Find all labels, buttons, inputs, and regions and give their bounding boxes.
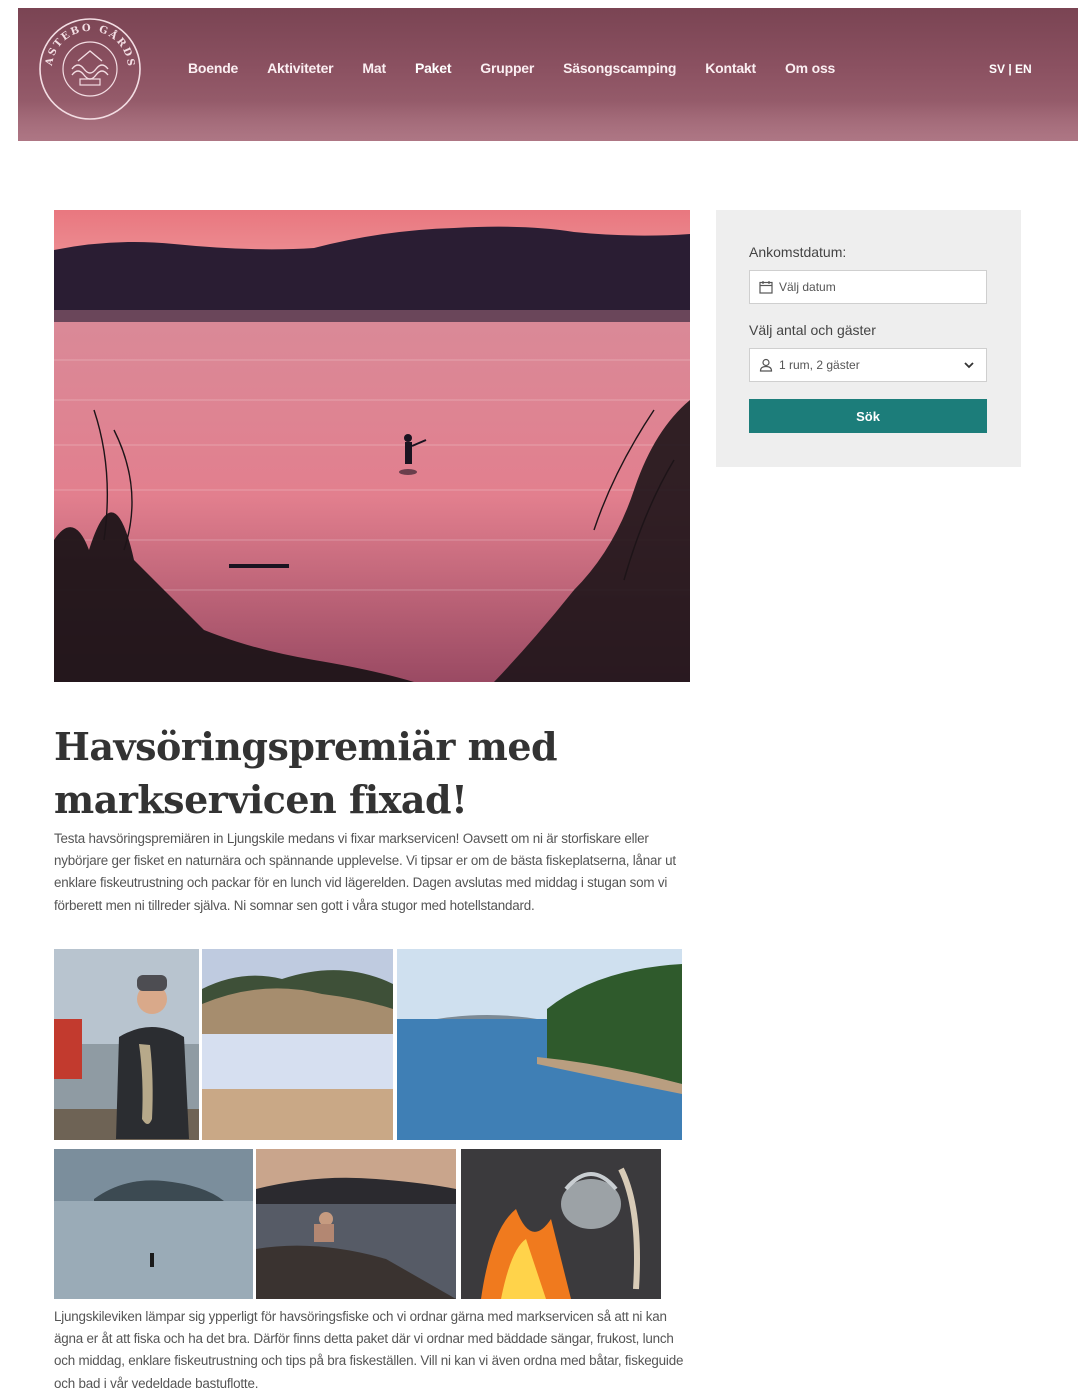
nav-paket[interactable]: Paket bbox=[415, 60, 452, 76]
article-intro: Testa havsöringspremiären in Ljungskile … bbox=[54, 831, 676, 913]
search-button[interactable]: Sök bbox=[749, 399, 987, 433]
nav-grupper[interactable]: Grupper bbox=[480, 60, 534, 76]
language-switcher[interactable]: SV | EN bbox=[989, 62, 1032, 76]
nav-aktiviteter[interactable]: Aktiviteter bbox=[267, 60, 333, 76]
gallery-photo-wading[interactable] bbox=[54, 1149, 253, 1299]
booking-widget: Ankomstdatum: Välj datum Välj antal och … bbox=[716, 210, 1021, 467]
nav-om-oss[interactable]: Om oss bbox=[785, 60, 835, 76]
svg-text:ANFASTEBO GÅRDSVIK: ANFASTEBO GÅRDSVIK bbox=[38, 17, 136, 69]
gallery-photo-campfire[interactable] bbox=[461, 1149, 661, 1299]
arrival-label: Ankomstdatum: bbox=[749, 244, 847, 260]
logo-text: ANFASTEBO GÅRDSVIK bbox=[38, 17, 134, 69]
nav-boende[interactable]: Boende bbox=[188, 60, 238, 76]
calendar-icon bbox=[759, 281, 773, 294]
article-body: Ljungskileviken lämpar sig ypperligt för… bbox=[54, 1309, 684, 1391]
guests-value: 1 rum, 2 gäster bbox=[779, 358, 860, 372]
gallery-photo-fisherman[interactable] bbox=[54, 949, 199, 1140]
gallery-photo-shore[interactable] bbox=[202, 949, 393, 1140]
chevron-down-icon bbox=[964, 362, 974, 369]
user-icon bbox=[759, 358, 773, 372]
nav-mat[interactable]: Mat bbox=[362, 60, 386, 76]
site-header: ANFASTEBO GÅRDSVIK Boende Aktiviteter Ma… bbox=[18, 8, 1078, 141]
gallery-photo-bathing[interactable] bbox=[256, 1149, 456, 1299]
arrival-date-input[interactable]: Välj datum bbox=[749, 270, 987, 304]
date-placeholder: Välj datum bbox=[779, 280, 836, 294]
nav-sasongscamping[interactable]: Säsongscamping bbox=[563, 60, 676, 76]
anfastebo-logo[interactable]: ANFASTEBO GÅRDSVIK bbox=[38, 17, 142, 121]
hero-photo-fishing-sunset bbox=[54, 210, 690, 682]
main-nav: Boende Aktiviteter Mat Paket Grupper Säs… bbox=[188, 60, 864, 76]
gallery-photo-bay[interactable] bbox=[397, 949, 682, 1140]
guests-select[interactable]: 1 rum, 2 gäster bbox=[749, 348, 987, 382]
guests-label: Välj antal och gäster bbox=[749, 322, 876, 338]
article-title: Havsöringspremiär med markservicen fixad… bbox=[54, 724, 558, 822]
nav-kontakt[interactable]: Kontakt bbox=[705, 60, 756, 76]
